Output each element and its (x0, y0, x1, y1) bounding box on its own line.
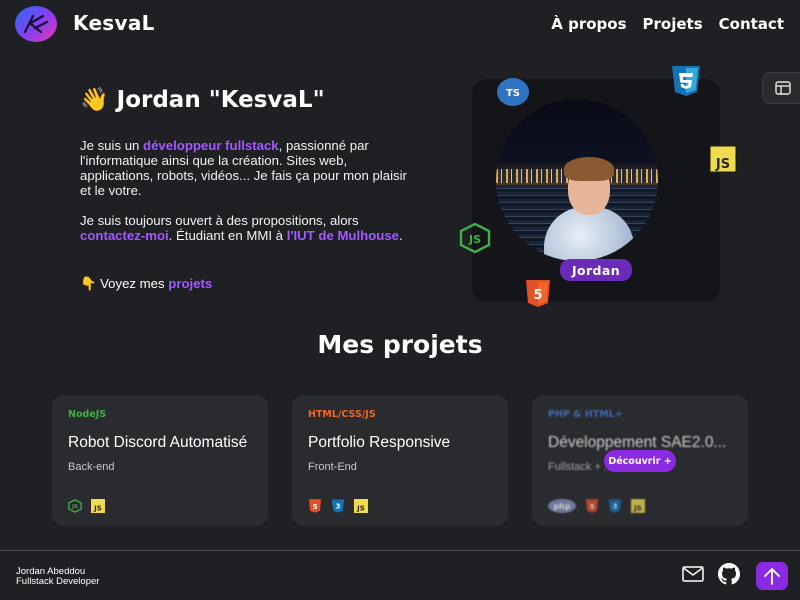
bio2-mid: . Étudiant en MMI à (168, 228, 287, 243)
project-tag: PHP & HTML+ (548, 409, 623, 420)
arrow-up-icon (764, 568, 780, 585)
svg-text:php: php (553, 502, 570, 511)
svg-text:5: 5 (590, 503, 595, 511)
css3-icon: 3 (608, 499, 622, 513)
see-projects-line: 👇 Voyez mes projets (80, 276, 212, 292)
css3-icon: 3 (331, 499, 345, 513)
svg-text:JS: JS (71, 504, 78, 510)
project-tag: HTML/CSS/JS (308, 409, 376, 420)
javascript-icon: JS (709, 145, 737, 178)
php-icon: php (548, 499, 576, 513)
nodejs-icon: JS (68, 499, 82, 513)
mail-icon[interactable] (682, 566, 704, 582)
see-projects-text: Voyez mes (100, 276, 169, 291)
javascript-icon: JS (354, 499, 368, 513)
project-subtitle: Front-End (308, 461, 357, 473)
footer-identity: Jordan Abeddou Fullstack Developer (16, 567, 99, 587)
project-tech-icons: 5 3 JS (308, 499, 368, 513)
bio-paragraph-1: Je suis un développeur fullstack, passio… (80, 138, 410, 198)
nodejs-icon: JS (459, 222, 491, 258)
sidebar-toggle-button[interactable] (762, 72, 800, 104)
css3-icon (670, 66, 702, 101)
footer-divider (0, 550, 800, 551)
projects-section-title: Mes projets (317, 330, 483, 359)
site-header: KesvaL À propos Projets Contact (0, 0, 800, 48)
svg-text:JS: JS (356, 505, 365, 513)
github-icon[interactable] (718, 563, 740, 585)
bio1-pre: Je suis un (80, 138, 144, 153)
profile-photo (496, 99, 658, 261)
bio: Je suis un développeur fullstack, passio… (80, 138, 410, 258)
contact-link[interactable]: contactez-moi (80, 228, 169, 243)
wave-emoji: 👋 (80, 87, 109, 113)
projects-link[interactable]: projets (168, 276, 212, 291)
bio1-highlight: développeur fullstack (143, 138, 279, 153)
project-card-discord-bot[interactable]: NodeJS Robot Discord Automatisé Back-end… (52, 395, 268, 526)
bio2-post: . (399, 228, 403, 243)
brand-name[interactable]: KesvaL (73, 11, 155, 35)
nav-link-about[interactable]: À propos (551, 15, 626, 33)
profile-name-badge: Jordan (560, 259, 632, 281)
project-subtitle: Back-end (68, 461, 115, 473)
footer-links (682, 563, 740, 585)
svg-text:JS: JS (93, 505, 102, 513)
svg-text:TS: TS (506, 88, 520, 99)
svg-text:JS: JS (633, 505, 642, 513)
javascript-icon: JS (631, 499, 645, 513)
discover-button[interactable]: Découvrir + (604, 450, 676, 472)
main-nav: À propos Projets Contact (551, 15, 784, 33)
intro-title: 👋 Jordan "KesvaL" (80, 86, 325, 113)
sidebar-panel-icon (775, 81, 791, 95)
bio-paragraph-2: Je suis toujours ouvert à des propositio… (80, 213, 410, 243)
svg-text:5: 5 (533, 288, 542, 303)
bio2-pre: Je suis toujours ouvert à des propositio… (80, 213, 359, 228)
footer-role: Fullstack Developer (16, 576, 100, 587)
html5-icon: 5 (586, 499, 598, 513)
project-title: Robot Discord Automatisé (68, 434, 248, 451)
html5-icon: 5 (309, 499, 321, 513)
svg-text:JS: JS (468, 233, 481, 246)
javascript-icon: JS (91, 499, 105, 513)
html5-icon: 5 (524, 280, 552, 312)
project-tech-icons: php 5 3 JS (548, 499, 645, 513)
pointer-emoji: 👇 (80, 276, 97, 291)
project-tag: NodeJS (68, 409, 107, 420)
project-title: Portfolio Responsive (308, 434, 451, 451)
svg-text:3: 3 (613, 503, 618, 511)
project-card-portfolio[interactable]: HTML/CSS/JS Portfolio Responsive Front-E… (292, 395, 508, 526)
nav-link-contact[interactable]: Contact (719, 15, 784, 33)
intro-title-text: Jordan "KesvaL" (116, 87, 325, 113)
kesval-logo-icon[interactable] (15, 6, 57, 42)
typescript-icon: TS (497, 78, 529, 111)
iut-link[interactable]: l'IUT de Mulhouse (287, 228, 399, 243)
svg-text:3: 3 (336, 503, 341, 511)
svg-text:5: 5 (313, 503, 318, 511)
nav-link-projects[interactable]: Projets (643, 15, 703, 33)
project-tech-icons: JS JS (68, 499, 105, 513)
scroll-top-button[interactable] (756, 562, 788, 590)
svg-text:JS: JS (715, 157, 730, 172)
